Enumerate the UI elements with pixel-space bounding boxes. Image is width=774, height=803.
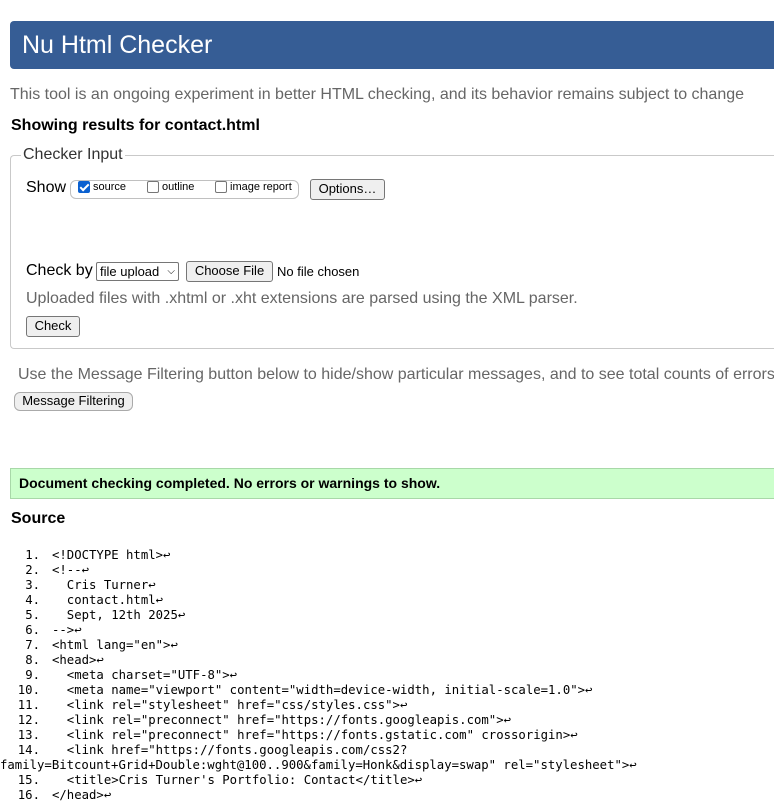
show-options-group: source outline image report [70, 180, 299, 199]
checker-input-legend: Checker Input [23, 146, 123, 163]
choose-file-button[interactable]: Choose File [186, 261, 273, 282]
line-code: <link rel="preconnect" href="https://fon… [52, 728, 578, 742]
source-line: 14. <link href="https://fonts.googleapis… [0, 743, 637, 773]
line-number: 11. [17, 698, 40, 712]
checker-input-fieldset: Checker Input [10, 146, 774, 349]
check-by-select[interactable]: file upload ⌵ [96, 262, 179, 281]
app-title-bar: Nu Html Checker [10, 21, 774, 69]
intro-text: This tool is an ongoing experiment in be… [10, 86, 745, 103]
line-code: <link href="https://fonts.googleapis.com… [52, 743, 408, 757]
check-button[interactable]: Check [26, 316, 80, 337]
no-file-text: No file chosen [277, 264, 360, 279]
source-checkbox[interactable] [78, 181, 90, 193]
line-number: 8. [25, 653, 40, 667]
source-line: 9. <meta charset="UTF-8">↩ [0, 668, 637, 683]
line-number: 15. [17, 773, 40, 787]
show-label: Show [26, 179, 67, 196]
line-code: -->↩ [52, 623, 82, 637]
outline-checkbox[interactable] [147, 181, 159, 193]
show-outline-option[interactable]: outline [147, 181, 194, 193]
line-number: 2. [25, 563, 40, 577]
source-line: 16. </head>↩ [0, 788, 637, 803]
options-button[interactable]: Options… [310, 179, 385, 200]
line-number: 5. [25, 608, 40, 622]
source-label: source [93, 181, 127, 193]
show-source-option[interactable]: source [78, 181, 126, 193]
show-image-report-option[interactable]: image report [215, 181, 292, 193]
line-code: <!--↩ [52, 563, 90, 577]
line-number: 7. [25, 638, 40, 652]
source-heading: Source [11, 510, 66, 527]
line-number: 4. [25, 593, 40, 607]
filter-note: Use the Message Filtering button below t… [18, 366, 774, 383]
source-line: 12. <link rel="preconnect" href="https:/… [0, 713, 637, 728]
check-by-label: Check by [26, 262, 93, 279]
source-line: 8. <head>↩ [0, 653, 637, 668]
line-code: <html lang="en">↩ [52, 638, 178, 652]
line-code: Cris Turner↩ [52, 578, 156, 592]
source-line: 10. <meta name="viewport" content="width… [0, 683, 637, 698]
line-number: 14. [17, 743, 40, 757]
line-number: 9. [25, 668, 40, 682]
line-number: 3. [25, 578, 40, 592]
source-line: 5. Sept, 12th 2025↩ [0, 608, 637, 623]
source-line: 2. <!--↩ [0, 563, 637, 578]
app-title: Nu Html Checker [22, 31, 213, 59]
source-line: 6. -->↩ [0, 623, 637, 638]
line-code: </head>↩ [52, 788, 112, 802]
line-code: <head>↩ [52, 653, 104, 667]
line-code: <link rel="preconnect" href="https://fon… [52, 713, 512, 727]
line-code: <link rel="stylesheet" href="css/styles.… [52, 698, 408, 712]
source-line: 11. <link rel="stylesheet" href="css/sty… [0, 698, 637, 713]
source-line: 13. <link rel="preconnect" href="https:/… [0, 728, 637, 743]
source-line: 7. <html lang="en">↩ [0, 638, 637, 653]
source-line: 1. <!DOCTYPE html>↩ [0, 548, 637, 563]
source-line: 3. Cris Turner↩ [0, 578, 637, 593]
chevron-down-icon: ⌵ [167, 266, 175, 277]
success-message: Document checking completed. No errors o… [10, 468, 774, 499]
line-code: <title>Cris Turner's Portfolio: Contact<… [52, 773, 423, 787]
line-code: Sept, 12th 2025↩ [52, 608, 186, 622]
source-line: 4. contact.html↩ [0, 593, 637, 608]
source-line: 15. <title>Cris Turner's Portfolio: Cont… [0, 773, 637, 788]
line-code: <!DOCTYPE html>↩ [52, 548, 171, 562]
image-report-label: image report [230, 181, 292, 193]
source-listing: 1. <!DOCTYPE html>↩ 2. <!--↩ 3. Cris Turner↩… [0, 548, 637, 803]
line-number: 12. [17, 713, 40, 727]
image-report-checkbox[interactable] [215, 181, 227, 193]
line-code: <meta charset="UTF-8">↩ [52, 668, 238, 682]
line-code: contact.html↩ [52, 593, 164, 607]
line-number: 6. [25, 623, 40, 637]
line-number: 10. [17, 683, 40, 697]
check-by-value: file upload [100, 264, 160, 279]
line-number: 13. [17, 728, 40, 742]
line-code: <meta name="viewport" content="width=dev… [52, 683, 593, 697]
results-heading: Showing results for contact.html [11, 117, 260, 134]
line-code-wrapped: family=Bitcount+Grid+Double:wght@100..90… [0, 758, 637, 772]
outline-label: outline [162, 181, 195, 193]
line-number: 1. [25, 548, 40, 562]
line-number: 16. [17, 788, 40, 802]
xml-parser-note: Uploaded files with .xhtml or .xht exten… [26, 290, 578, 307]
message-filtering-button[interactable]: Message Filtering [14, 392, 133, 411]
